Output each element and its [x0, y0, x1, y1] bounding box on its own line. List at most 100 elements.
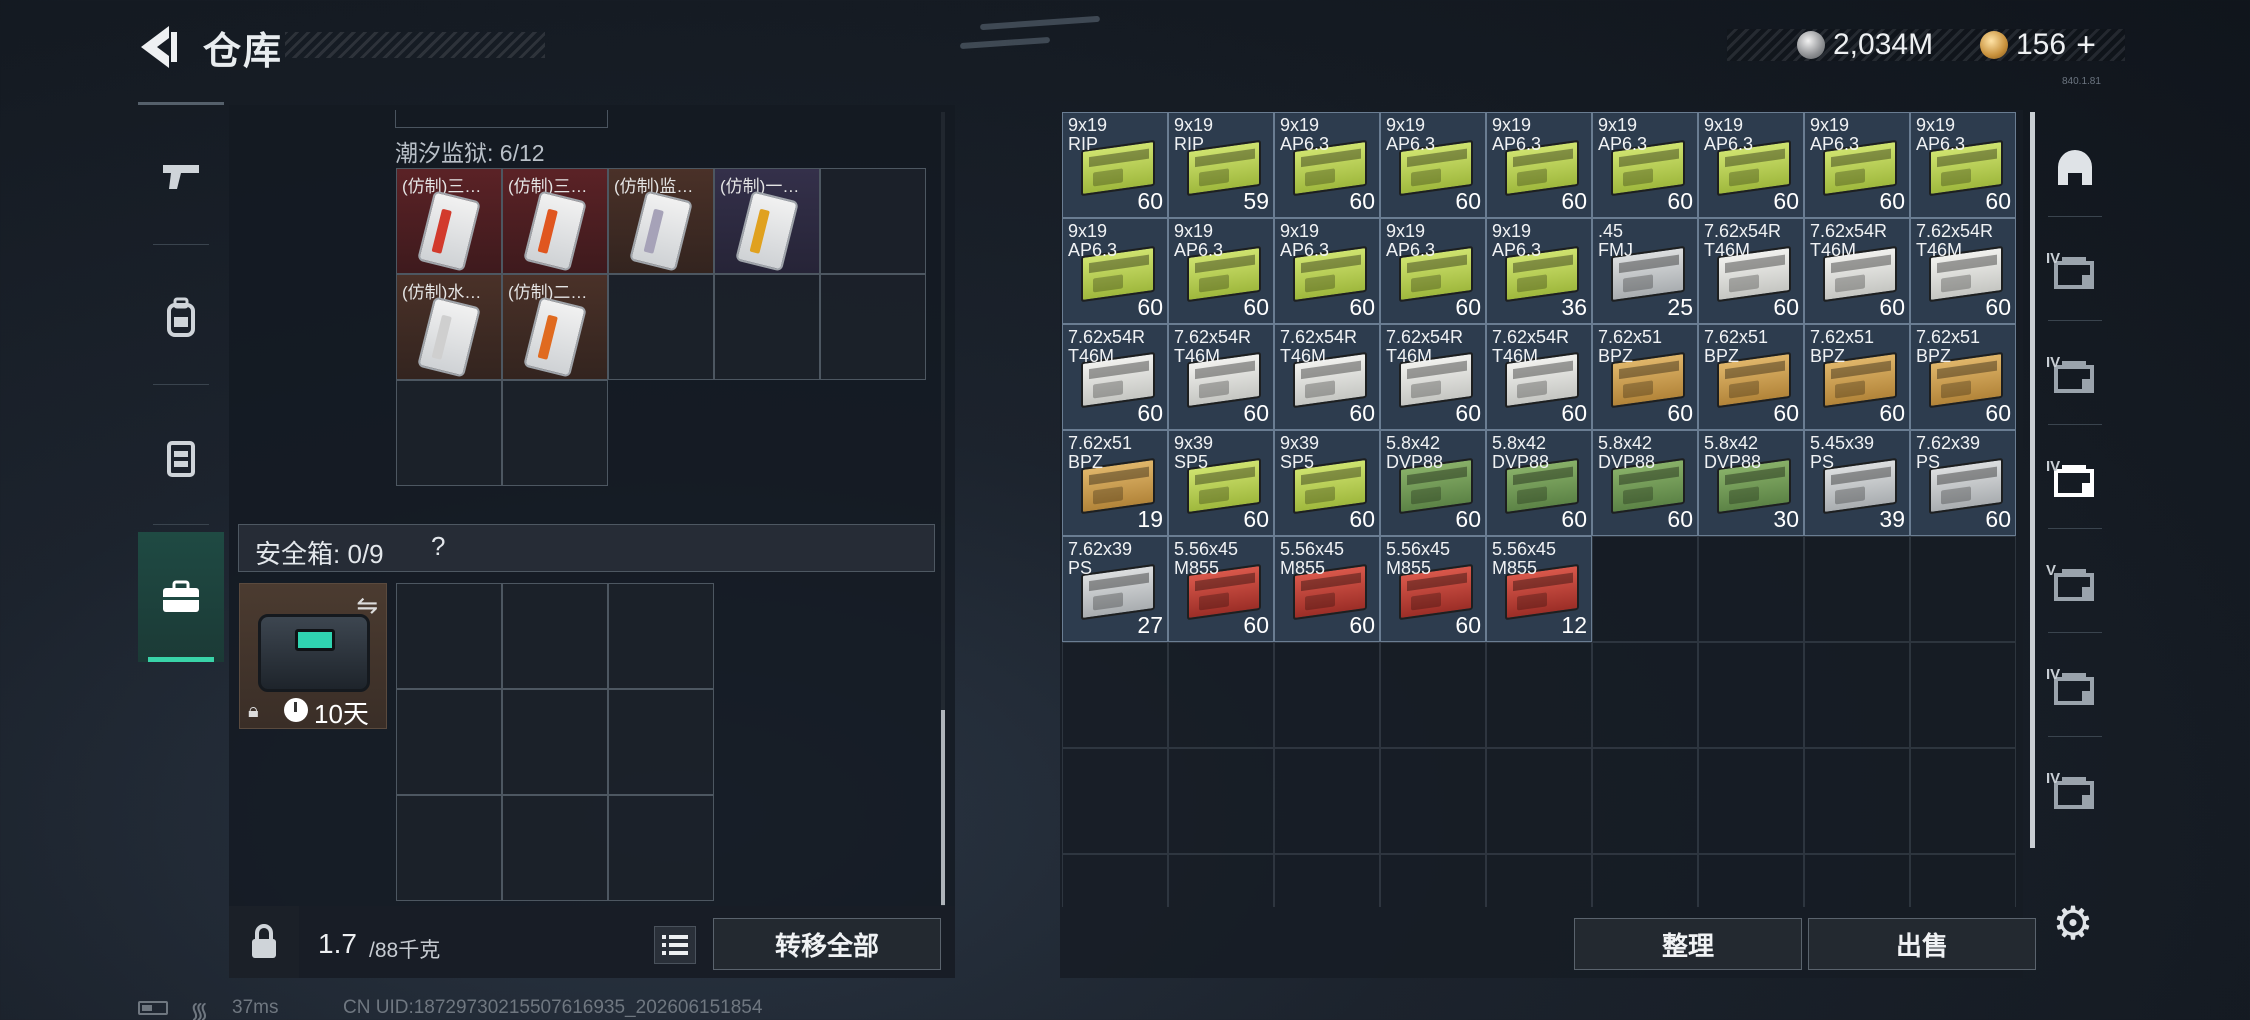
safe-box-slot[interactable] — [396, 689, 502, 795]
stash-slot[interactable] — [1486, 642, 1592, 748]
safe-box-slot[interactable] — [608, 689, 714, 795]
ammo-item[interactable]: .45 FMJ 25 — [1592, 218, 1698, 324]
stash-slot[interactable] — [1592, 642, 1698, 748]
settings-button[interactable]: ⚙ — [2048, 898, 2098, 948]
stash-slot[interactable] — [1592, 536, 1698, 642]
stash-slot[interactable] — [1274, 748, 1380, 854]
ammo-item[interactable]: 9x19 AP6.3 60 — [1592, 112, 1698, 218]
ammo-item[interactable]: 9x39 SP5 60 — [1274, 430, 1380, 536]
container-item[interactable]: (仿制)水… — [396, 274, 502, 380]
ammo-item[interactable]: 5.45x39 PS 39 — [1804, 430, 1910, 536]
ammo-item[interactable]: 5.8x42 DVP88 30 — [1698, 430, 1804, 536]
stash-slot[interactable] — [1698, 854, 1804, 907]
tab-safe-box[interactable] — [138, 532, 224, 662]
ammo-item[interactable]: 7.62x51 BPZ 19 — [1062, 430, 1168, 536]
ammo-item[interactable]: 7.62x54R T46M 60 — [1698, 218, 1804, 324]
ammo-item[interactable]: 7.62x51 BPZ 60 — [1698, 324, 1804, 430]
ammo-item[interactable]: 9x19 AP6.3 60 — [1062, 218, 1168, 324]
ammo-item[interactable]: 7.62x54R T46M 60 — [1062, 324, 1168, 430]
ammo-item[interactable]: 5.56x45 M855 60 — [1274, 536, 1380, 642]
transfer-all-button[interactable]: 转移全部 — [713, 918, 941, 970]
stash-slot[interactable] — [1698, 748, 1804, 854]
stash-tab[interactable]: IV — [2040, 742, 2110, 842]
ammo-item[interactable]: 7.62x51 BPZ 60 — [1910, 324, 2016, 430]
stash-tab[interactable]: IV — [2040, 638, 2110, 738]
ammo-item[interactable]: 7.62x54R T46M 60 — [1168, 324, 1274, 430]
swap-icon[interactable]: ⇋ — [356, 590, 378, 621]
stash-slot[interactable] — [1698, 642, 1804, 748]
ammo-item[interactable]: 9x19 RIP 60 — [1062, 112, 1168, 218]
stash-slot[interactable] — [1274, 642, 1380, 748]
stash-slot[interactable] — [1910, 748, 2016, 854]
stash-slot[interactable] — [1168, 748, 1274, 854]
ammo-item[interactable]: 5.8x42 DVP88 60 — [1380, 430, 1486, 536]
container-item[interactable]: (仿制)三… — [502, 168, 608, 274]
left-scrollbar-thumb[interactable] — [941, 710, 945, 905]
stash-slot[interactable] — [1592, 748, 1698, 854]
safe-box-slot[interactable] — [502, 795, 608, 901]
ammo-item[interactable]: 9x19 AP6.3 60 — [1698, 112, 1804, 218]
ammo-item[interactable]: 9x19 AP6.3 36 — [1486, 218, 1592, 324]
ammo-item[interactable]: 7.62x51 BPZ 60 — [1592, 324, 1698, 430]
container-slot[interactable] — [820, 274, 926, 380]
stash-slot[interactable] — [1380, 642, 1486, 748]
lock-toggle-button[interactable] — [229, 906, 299, 978]
ammo-item[interactable]: 9x19 AP6.3 60 — [1804, 112, 1910, 218]
tab-backpack[interactable] — [138, 252, 224, 382]
ammo-item[interactable]: 5.56x45 M855 12 — [1486, 536, 1592, 642]
ammo-item[interactable]: 7.62x54R T46M 60 — [1380, 324, 1486, 430]
container-item[interactable]: (仿制)监… — [608, 168, 714, 274]
ammo-item[interactable]: 9x19 AP6.3 60 — [1380, 218, 1486, 324]
stash-slot[interactable] — [1592, 854, 1698, 907]
stash-slot[interactable] — [1274, 854, 1380, 907]
ammo-item[interactable]: 9x19 AP6.3 60 — [1168, 218, 1274, 324]
ammo-item[interactable]: 9x19 AP6.3 60 — [1274, 112, 1380, 218]
ammo-item[interactable]: 7.62x39 PS 27 — [1062, 536, 1168, 642]
ammo-item[interactable]: 5.8x42 DVP88 60 — [1486, 430, 1592, 536]
ammo-item[interactable]: 5.56x45 M855 60 — [1380, 536, 1486, 642]
sell-button[interactable]: 出售 — [1808, 918, 2036, 970]
ammo-item[interactable]: 9x19 RIP 59 — [1168, 112, 1274, 218]
container-slot[interactable] — [396, 380, 502, 486]
ammo-item[interactable]: 7.62x54R T46M 60 — [1804, 218, 1910, 324]
stash-slot[interactable] — [1062, 854, 1168, 907]
ammo-item[interactable]: 5.8x42 DVP88 60 — [1592, 430, 1698, 536]
ammo-item[interactable]: 7.62x54R T46M 60 — [1274, 324, 1380, 430]
ammo-item[interactable]: 7.62x39 PS 60 — [1910, 430, 2016, 536]
stash-slot[interactable] — [1804, 854, 1910, 907]
container-slot[interactable] — [608, 274, 714, 380]
stash-tab[interactable]: IV — [2040, 326, 2110, 426]
ammo-item[interactable]: 9x39 SP5 60 — [1168, 430, 1274, 536]
container-item[interactable]: (仿制)二… — [502, 274, 608, 380]
ammo-item[interactable]: 9x19 AP6.3 60 — [1274, 218, 1380, 324]
ammo-item[interactable]: 9x19 AP6.3 60 — [1486, 112, 1592, 218]
ammo-item[interactable]: 9x19 AP6.3 60 — [1380, 112, 1486, 218]
ammo-item[interactable]: 7.62x54R T46M 60 — [1910, 218, 2016, 324]
stash-slot[interactable] — [1380, 748, 1486, 854]
stash-tab[interactable]: V — [2040, 534, 2110, 634]
stash-slot[interactable] — [1910, 642, 2016, 748]
list-view-button[interactable] — [654, 926, 696, 964]
stash-slot[interactable] — [1486, 748, 1592, 854]
stash-slot[interactable] — [1062, 748, 1168, 854]
stash-tab[interactable]: IV — [2040, 222, 2110, 322]
safe-box-slot[interactable] — [608, 583, 714, 689]
safe-box-slot[interactable] — [396, 795, 502, 901]
stash-tab[interactable] — [2040, 118, 2110, 218]
stash-slot[interactable] — [1910, 536, 2016, 642]
stash-slot[interactable] — [1168, 642, 1274, 748]
stash-slot[interactable] — [1804, 536, 1910, 642]
safe-box-slot[interactable] — [608, 795, 714, 901]
help-button[interactable]: ? — [431, 531, 445, 562]
safe-box-item[interactable]: ⇋ 🔒︎ 10天 — [239, 583, 387, 729]
right-scrollbar-thumb[interactable] — [2030, 112, 2035, 848]
add-currency-button[interactable]: + — [2076, 26, 2096, 65]
back-button[interactable] — [135, 22, 185, 72]
ammo-item[interactable]: 5.56x45 M855 60 — [1168, 536, 1274, 642]
container-slot[interactable] — [714, 274, 820, 380]
stash-slot[interactable] — [1910, 854, 2016, 907]
ammo-item[interactable]: 7.62x51 BPZ 60 — [1804, 324, 1910, 430]
safe-box-slot[interactable] — [502, 583, 608, 689]
stash-slot[interactable] — [1062, 642, 1168, 748]
ammo-item[interactable]: 9x19 AP6.3 60 — [1910, 112, 2016, 218]
